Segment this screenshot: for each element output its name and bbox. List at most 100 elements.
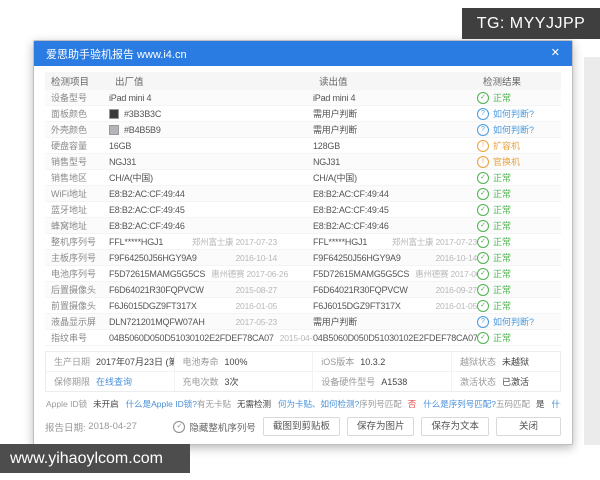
watermark-site: www.yihaoylcom.com bbox=[0, 444, 190, 473]
table-row: 销售型号NGJ31NGJ31!官换机 bbox=[45, 154, 561, 170]
row-label: 销售地区 bbox=[45, 171, 109, 184]
dialog-title: 爱思助手验机报告 www.i4.cn bbox=[46, 46, 187, 62]
factory-value: #B4B5B9 bbox=[124, 125, 161, 135]
result-text: 正常 bbox=[493, 299, 511, 312]
result-help-icon: ? bbox=[477, 108, 489, 120]
table-row: 整机序列号FFL*****HGJ1郑州富士康 2017-07-23FFL****… bbox=[45, 234, 561, 250]
result-cell: ?如何判断? bbox=[477, 123, 561, 136]
factory-value: #3B3B3C bbox=[124, 109, 161, 119]
result-ok-icon: ✓ bbox=[477, 92, 489, 104]
info-value: 无需检测 bbox=[237, 398, 271, 410]
result-cell: ✓ 正常 bbox=[477, 91, 561, 104]
result-cell: ✓正常 bbox=[477, 251, 561, 264]
info-value[interactable]: 在线查询 bbox=[96, 375, 132, 388]
table-row: 硬盘容量16GB 128GB !扩容机 bbox=[45, 138, 561, 154]
factory-value-cell: #B4B5B9 bbox=[109, 125, 313, 135]
factory-value: F6D64021R30FQPVCW bbox=[109, 285, 204, 295]
read-value: F6J6015DGZ9FT317X bbox=[313, 301, 401, 311]
info-value: 10.3.2 bbox=[360, 357, 385, 367]
result-cell: ? 如何判断? bbox=[477, 107, 561, 120]
info-label: 设备硬件型号 bbox=[321, 375, 375, 388]
read-value-cell: E8:B2:AC:CF:49:46 bbox=[313, 221, 477, 231]
help-link[interactable]: 何为卡贴、如何检测? bbox=[278, 398, 359, 410]
result-ok-icon: ✓ bbox=[477, 252, 489, 264]
copy-screenshot-button[interactable]: 截图到剪贴板 bbox=[263, 417, 340, 436]
result-text: 正常 bbox=[493, 91, 511, 104]
info-value: 2017年07月23日 (第29周) bbox=[96, 355, 174, 368]
device-info-qa-row: Apple ID锁未开启什么是Apple ID锁?有无卡贴无需检测何为卡贴、如何… bbox=[45, 398, 561, 410]
read-value: CH/A(中国) bbox=[313, 171, 357, 184]
save-text-button[interactable]: 保存为文本 bbox=[421, 417, 489, 436]
factory-value-cell: DLN721201MQFW07AH 2017-05-23 bbox=[109, 317, 313, 327]
close-button[interactable]: 关闭 bbox=[496, 417, 561, 436]
col-header-factory-value: 出厂值 bbox=[109, 74, 313, 88]
row-label: 电池序列号 bbox=[45, 267, 109, 280]
read-value-cell: E8:B2:AC:CF:49:45 bbox=[313, 205, 477, 215]
read-value-cell: NGJ31 bbox=[313, 157, 477, 167]
row-label: 硬盘容量 bbox=[45, 139, 109, 152]
info-value: 100% bbox=[225, 357, 248, 367]
dialog-titlebar[interactable]: 爱思助手验机报告 www.i4.cn ✕ bbox=[34, 41, 572, 66]
factory-meta: 2017-05-23 bbox=[230, 317, 277, 327]
result-text: 正常 bbox=[493, 267, 511, 280]
result-text: 正常 bbox=[493, 235, 511, 248]
page-edge-strip bbox=[584, 57, 600, 445]
read-value: 需用户判断 bbox=[313, 123, 357, 136]
table-row: WiFi地址E8:B2:AC:CF:49:44E8:B2:AC:CF:49:44… bbox=[45, 186, 561, 202]
col-header-read-value: 读出值 bbox=[313, 74, 477, 88]
row-label: 外壳颜色 bbox=[45, 123, 109, 136]
row-label: 主板序列号 bbox=[45, 251, 109, 264]
factory-value-cell: FFL*****HGJ1郑州富士康 2017-07-23 bbox=[109, 236, 313, 248]
hide-serial-checkbox[interactable]: ✓ 隐藏整机序列号 bbox=[173, 420, 256, 434]
factory-value-cell: E8:B2:AC:CF:49:45 bbox=[109, 205, 313, 215]
read-value-cell: F5D72615MAMG5G5CS惠州德赛 2017-06-26 bbox=[313, 268, 477, 280]
dialog-footer: 报告日期: 2018-04-27 ✓ 隐藏整机序列号 截图到剪贴板保存为图片保存… bbox=[45, 417, 561, 436]
result-text[interactable]: 如何判断? bbox=[493, 315, 534, 328]
factory-value: E8:B2:AC:CF:49:46 bbox=[109, 221, 185, 231]
read-meta: 2016-01-05 bbox=[430, 301, 477, 311]
read-value-cell: E8:B2:AC:CF:49:44 bbox=[313, 189, 477, 199]
info-label: 充电次数 bbox=[183, 375, 219, 388]
info-label: 生产日期 bbox=[54, 355, 90, 368]
result-text: 正常 bbox=[493, 187, 511, 200]
close-icon[interactable]: ✕ bbox=[551, 48, 560, 59]
factory-value-cell: E8:B2:AC:CF:49:44 bbox=[109, 189, 313, 199]
result-text[interactable]: 如何判断? bbox=[493, 107, 534, 120]
factory-value: DLN721201MQFW07AH bbox=[109, 317, 205, 327]
read-value: 128GB bbox=[313, 141, 340, 151]
read-meta: 2016-10-14 bbox=[430, 253, 477, 263]
help-link[interactable]: 什么是五码匹配? bbox=[552, 398, 561, 410]
help-link[interactable]: 什么是Apple ID锁? bbox=[126, 398, 197, 410]
report-date-value: 2018-04-27 bbox=[88, 421, 137, 432]
table-row: 蓝牙地址E8:B2:AC:CF:49:45E8:B2:AC:CF:49:45✓正… bbox=[45, 202, 561, 218]
result-cell: !扩容机 bbox=[477, 139, 561, 152]
result-text: 正常 bbox=[493, 219, 511, 232]
table-row: 液晶显示屏DLN721201MQFW07AH2017-05-23需用户判断?如何… bbox=[45, 314, 561, 330]
info-value: 3次 bbox=[225, 375, 239, 388]
device-info-box: 生产日期2017年07月23日 (第29周)电池寿命100%iOS版本10.3.… bbox=[45, 351, 561, 392]
result-text[interactable]: 如何判断? bbox=[493, 123, 534, 136]
result-text: 正常 bbox=[493, 283, 511, 296]
color-swatch-icon bbox=[109, 109, 119, 119]
read-value-cell: iPad mini 4 bbox=[313, 93, 477, 103]
table-row: 销售地区CH/A(中国)CH/A(中国)✓正常 bbox=[45, 170, 561, 186]
color-swatch-icon bbox=[109, 125, 119, 135]
read-meta: 惠州德赛 2017-06-26 bbox=[409, 268, 477, 280]
result-cell: ✓正常 bbox=[477, 171, 561, 184]
save-image-button[interactable]: 保存为图片 bbox=[347, 417, 415, 436]
read-value-cell: F6D64021R30FQPVCW2016-09-27 bbox=[313, 285, 477, 295]
factory-meta: 郑州富士康 2017-07-23 bbox=[186, 236, 277, 248]
info-cell: 设备硬件型号A1538 bbox=[313, 372, 452, 391]
info-label: 越狱状态 bbox=[460, 355, 496, 368]
factory-value: 16GB bbox=[109, 141, 131, 151]
table-row: 设备型号iPad mini 4iPad mini 4✓正常 bbox=[45, 90, 561, 106]
read-value-cell: F9F64250J56HGY9A92016-10-14 bbox=[313, 253, 477, 263]
factory-value: F9F64250J56HGY9A9 bbox=[109, 253, 197, 263]
result-warn-icon: ! bbox=[477, 156, 489, 168]
info-value: 未越狱 bbox=[502, 355, 529, 368]
info-value: 否 bbox=[408, 398, 417, 410]
read-value: 需用户判断 bbox=[313, 315, 357, 328]
report-date-label: 报告日期: bbox=[45, 420, 86, 434]
read-value: 04B5060D050D51030102E2FDEF78CA07 bbox=[313, 333, 477, 343]
help-link[interactable]: 什么是序列号匹配? bbox=[423, 398, 496, 410]
